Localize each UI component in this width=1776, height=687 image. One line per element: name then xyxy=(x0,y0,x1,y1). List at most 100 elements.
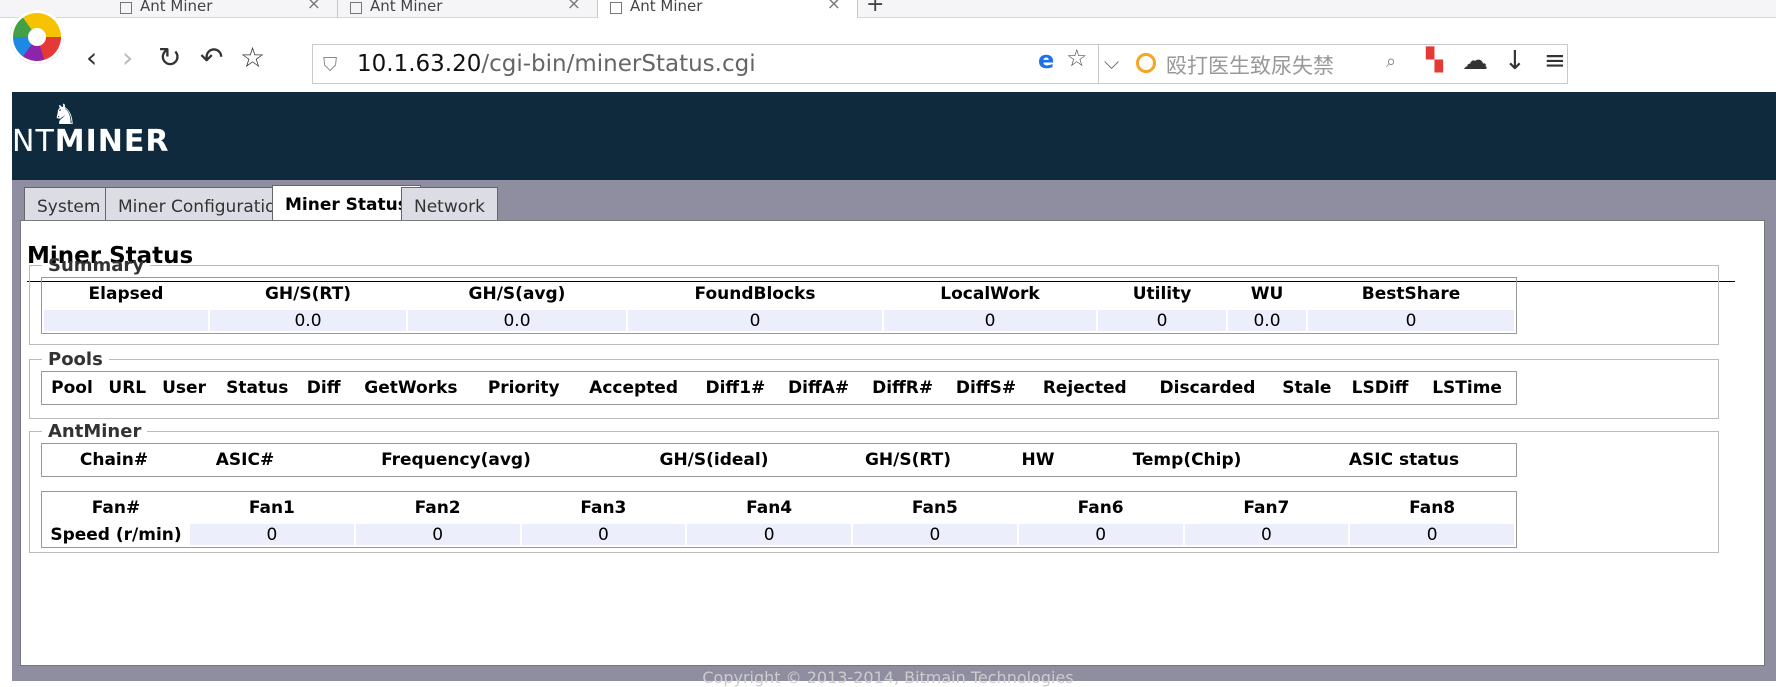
apps-icon[interactable]: ▚ xyxy=(1426,48,1443,73)
table-row: Speed (r/min) 0 0 0 0 0 0 0 0 xyxy=(44,524,1514,545)
table-cell: 0 xyxy=(884,310,1096,331)
chain-table: Chain# ASIC# Frequency(avg) GH/S(ideal) … xyxy=(41,443,1517,477)
column-header: Temp(Chip) xyxy=(1132,450,1242,470)
column-header: BestShare xyxy=(1361,284,1461,304)
tab-network[interactable]: Network xyxy=(401,187,498,222)
column-header: Discarded xyxy=(1159,378,1256,398)
search-input[interactable]: 殴打医生致尿失禁 xyxy=(1166,50,1334,80)
table-cell: 0 xyxy=(687,524,851,545)
table-cell: 0 xyxy=(1018,524,1183,545)
tab-miner-configuration[interactable]: Miner Configuration xyxy=(105,187,300,222)
tab-miner-status[interactable]: Miner Status xyxy=(272,185,421,224)
close-icon[interactable]: × xyxy=(567,0,581,13)
menu-icon[interactable]: ≡ xyxy=(1544,46,1566,76)
column-header: Status xyxy=(226,378,289,398)
column-header: Pool xyxy=(51,378,93,398)
column-header: FoundBlocks xyxy=(694,284,816,304)
column-header: GetWorks xyxy=(364,378,458,398)
browser-logo-icon[interactable] xyxy=(10,10,64,64)
fan-table: Fan# Fan1 Fan2 Fan3 Fan4 Fan5 Fan6 Fan7 … xyxy=(41,491,1517,548)
page-icon xyxy=(610,2,622,14)
table-cell: 0 xyxy=(1184,524,1349,545)
column-header: Fan5 xyxy=(911,498,958,518)
summary-table: Elapsed GH/S(RT) GH/S(avg) FoundBlocks L… xyxy=(41,277,1517,334)
table-cell: 0 xyxy=(355,524,520,545)
pools-table: Pool URL User Status Diff GetWorks Prior… xyxy=(41,371,1517,405)
column-header: Chain# xyxy=(79,450,149,470)
browser-chrome: Ant Miner × Ant Miner × Ant Miner × + ‹ … xyxy=(0,0,1776,92)
table-cell: 0 xyxy=(190,524,354,545)
address-bar[interactable]: ⛉ 10.1.63.20/cgi-bin/minerStatus.cgi xyxy=(312,44,1568,84)
table-cell: 0 xyxy=(628,310,882,331)
divider xyxy=(1098,44,1099,84)
pools-legend: Pools xyxy=(48,349,103,370)
column-header: DiffR# xyxy=(872,378,934,398)
table-header-row: Elapsed GH/S(RT) GH/S(avg) FoundBlocks L… xyxy=(44,280,1514,308)
column-header: DiffS# xyxy=(955,378,1017,398)
page-icon xyxy=(350,2,362,14)
table-row: 0.0 0.0 0 0 0 0.0 0 xyxy=(44,310,1514,331)
column-header: HW xyxy=(1021,450,1055,470)
speed-label: Speed (r/min) xyxy=(44,524,188,545)
dropdown-icon[interactable]: ⌵ xyxy=(1104,50,1119,74)
download-icon[interactable]: ↓ xyxy=(1504,46,1526,76)
search-icon[interactable]: ⌕ xyxy=(1386,51,1396,72)
table-cell: 0.0 xyxy=(1228,310,1306,331)
column-header: Fan4 xyxy=(746,498,793,518)
column-header: GH/S(RT) xyxy=(264,284,352,304)
close-icon[interactable]: × xyxy=(827,0,841,13)
table-cell: 0 xyxy=(521,524,686,545)
column-header: Priority xyxy=(487,378,560,398)
column-header: Fan7 xyxy=(1243,498,1290,518)
antminer-legend: AntMiner xyxy=(48,421,142,442)
cloud-icon[interactable]: ☁ xyxy=(1462,46,1488,76)
table-cell: 0.0 xyxy=(408,310,626,331)
column-header: Utility xyxy=(1132,284,1192,304)
column-header: User xyxy=(162,378,206,398)
undo-icon[interactable]: ↶ xyxy=(200,44,223,72)
column-header: Fan# xyxy=(91,498,141,518)
miner-status-panel: Miner Status Summary Elapsed GH/S(RT) GH… xyxy=(20,220,1765,666)
column-header: Diff xyxy=(306,378,341,398)
column-header: LocalWork xyxy=(940,284,1040,304)
table-cell xyxy=(44,310,208,331)
table-cell: 0 xyxy=(1098,310,1226,331)
column-header: Elapsed xyxy=(88,284,164,304)
column-header: DiffA# xyxy=(788,378,850,398)
column-header: Fan3 xyxy=(580,498,627,518)
column-header: GH/S(RT) xyxy=(864,450,952,470)
tab-system[interactable]: System xyxy=(24,187,114,222)
column-header: GH/S(ideal) xyxy=(659,450,769,470)
column-header: Fan6 xyxy=(1077,498,1124,518)
column-header: LSTime xyxy=(1432,378,1502,398)
table-header-row: Pool URL User Status Diff GetWorks Prior… xyxy=(44,374,1514,402)
browser-tab[interactable]: Ant Miner × xyxy=(338,0,598,18)
star-icon[interactable]: ☆ xyxy=(1066,44,1088,72)
bookmark-star-icon[interactable]: ☆ xyxy=(240,44,265,72)
column-header: ASIC# xyxy=(215,450,275,470)
column-header: Fan1 xyxy=(248,498,295,518)
column-header: GH/S(avg) xyxy=(468,284,566,304)
shield-icon: ⛉ xyxy=(323,54,338,76)
column-header: Fan2 xyxy=(414,498,461,518)
column-header: WU xyxy=(1250,284,1284,304)
back-icon[interactable]: ‹ xyxy=(86,44,97,72)
ie-icon[interactable]: e xyxy=(1038,46,1054,74)
summary-legend: Summary xyxy=(48,255,145,276)
antminer-header: ♞ NTMINER xyxy=(12,92,1776,180)
column-header: Diff1# xyxy=(705,378,766,398)
forward-icon[interactable]: › xyxy=(122,44,133,72)
page-icon xyxy=(120,2,132,14)
browser-tab[interactable]: Ant Miner × xyxy=(82,0,338,18)
url-text[interactable]: 10.1.63.20/cgi-bin/minerStatus.cgi xyxy=(357,51,756,77)
column-header: LSDiff xyxy=(1351,378,1409,398)
browser-tab-active[interactable]: Ant Miner × xyxy=(598,0,858,18)
table-cell: 0.0 xyxy=(210,310,406,331)
new-tab-button[interactable]: + xyxy=(866,0,896,18)
close-icon[interactable]: × xyxy=(307,0,321,13)
column-header: Stale xyxy=(1282,378,1332,398)
reload-icon[interactable]: ↻ xyxy=(158,44,181,72)
table-cell: 0 xyxy=(853,524,1017,545)
browser-tab-strip: Ant Miner × Ant Miner × Ant Miner × + xyxy=(0,0,1776,18)
column-header: Frequency(avg) xyxy=(381,450,531,470)
